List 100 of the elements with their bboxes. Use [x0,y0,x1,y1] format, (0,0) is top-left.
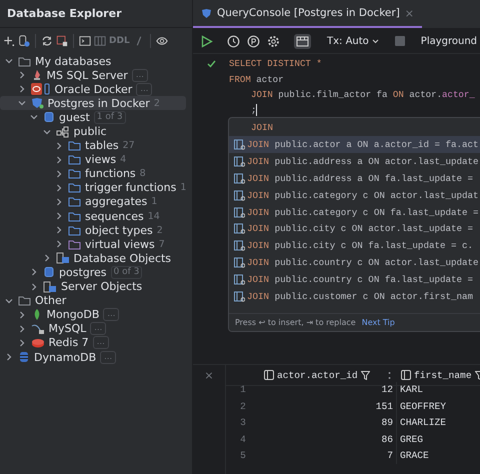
expand-chevron-icon[interactable] [29,282,39,292]
folder-icon [68,238,81,250]
table-cell: 12 [260,382,397,398]
transaction-mode-dropdown[interactable]: Tx: Auto [325,36,381,46]
join-icon [234,190,245,201]
tree-item[interactable]: virtual views 7 [0,237,192,252]
database-icon [43,111,55,124]
tree-item-label: trigger functions [85,181,176,194]
completion-item[interactable]: JOIN public.category c ON actor.last_updat [229,186,480,204]
row-number: 4 [239,432,247,447]
expand-chevron-icon[interactable] [4,352,14,362]
tree-item[interactable]: Redis 7 … [0,336,192,350]
tree-item[interactable]: Postgres in Docker 2 [0,96,186,110]
folder-icon [68,224,81,236]
tree-item[interactable]: sequences 14 [0,209,192,224]
table-cell-text: GRACE [399,449,430,464]
tree-item[interactable]: tables 27 [0,138,192,153]
tree-item-label: MongoDB [46,308,100,322]
join-icon [234,240,245,252]
table-cell: 86 [260,431,397,448]
tree-item[interactable]: trigger functions 1 [0,180,192,195]
tree-item[interactable]: functions 8 [0,166,192,181]
run-icon[interactable] [200,34,213,48]
row-number: 2 [239,400,247,414]
item-count: 1 [151,196,158,208]
expand-chevron-icon[interactable] [54,196,64,207]
tree-item-label: Database Objects [74,252,172,265]
tree-item[interactable]: Server Objects [0,280,192,294]
panel-title: Database Explorer [7,7,122,20]
tree-item-label: Oracle Docker [54,82,132,96]
column-header[interactable]: actor.actor_id [260,365,397,386]
completion-item[interactable]: JOIN public.address a ON fa.last_update = [229,170,480,187]
schema-dropdown[interactable]: Playground [418,36,480,46]
folder-icon [68,140,81,152]
expand-chevron-icon[interactable] [54,211,64,222]
completion-item[interactable]: JOIN public.country c ON fa.last_update = [229,271,480,288]
column-icon [401,370,411,380]
expand-chevron-icon[interactable] [54,182,64,193]
folder-icon [56,252,70,264]
database-icon [30,83,50,96]
tree-item-label: Other [35,294,66,308]
tree-item[interactable]: MySQL … [0,322,192,336]
tree-item[interactable]: object types 2 [0,223,192,238]
database-icon [18,351,30,364]
completion-item[interactable]: JOIN public.city c ON fa.last_update = c. [229,237,480,254]
column-icon [264,370,274,380]
tree-item[interactable]: MongoDB … [0,308,192,322]
tree-item[interactable]: Database Objects [0,251,192,266]
history-icon[interactable] [227,34,240,48]
tree-item-label: MS SQL Server [46,68,128,82]
table-cell: 7 [260,448,397,464]
tree-item-label: sequences [85,210,144,223]
column-header[interactable]: first_name [397,365,480,386]
tree-item-label: Redis 7 [48,336,89,350]
refresh-icon[interactable] [41,34,53,46]
tree-item[interactable]: My databases [0,54,192,68]
console-icon[interactable] [79,34,91,46]
completion-item[interactable]: JOIN public.category c ON fa.last_update = [229,204,480,220]
tree-item[interactable]: MS SQL Server … [0,68,192,82]
row-number: 3 [239,416,247,430]
next-tip-link[interactable]: Next Tip [362,318,395,327]
tree-item[interactable]: Other [0,294,192,308]
layout-toggle[interactable] [294,34,311,48]
completion-item[interactable]: JOIN public.customer c ON actor.first_nam [229,288,480,305]
completion-item[interactable]: JOIN public.city c ON actor.last_update = [229,220,480,238]
join-icon [234,156,245,167]
database-icon [30,336,44,349]
table-cell-text: CHARLIZE [399,416,448,430]
expand-chevron-icon[interactable] [54,168,64,179]
expand-chevron-icon[interactable] [54,154,64,165]
tree-item[interactable]: public [0,124,192,139]
folder-icon [68,182,81,194]
join-icon [234,206,245,218]
folder-icon [68,210,81,222]
stop-icon[interactable] [56,34,68,46]
completion-header: JOIN [251,122,274,132]
database-icon [30,97,44,110]
expand-chevron-icon[interactable] [54,239,64,250]
settings-icon[interactable] [267,34,280,48]
add-icon[interactable] [3,34,15,46]
item-count: 27 [122,140,135,152]
tree-item[interactable]: guest 1 of 3 [0,110,192,124]
tree-item[interactable]: views 4 [0,152,192,167]
item-count: 2 [154,98,160,109]
view-icon[interactable] [156,34,168,46]
tree-item[interactable]: aggregates 1 [0,194,192,210]
completion-item[interactable]: JOIN public.address a ON actor.last_update [229,152,480,170]
tree-item[interactable]: DynamoDB … [0,350,192,364]
expand-chevron-icon[interactable] [29,267,39,278]
tree-item[interactable]: postgres 0 of 3 [0,265,192,280]
expand-chevron-icon[interactable] [54,140,64,151]
more-icon[interactable] [388,370,391,380]
pin-circle-icon[interactable] [247,34,260,48]
completion-item[interactable]: JOIN public.country c ON actor.last_update [229,254,480,272]
completion-item[interactable]: JOIN public.actor a ON a.actor_id = fa.act [229,136,480,153]
join-icon [234,257,245,268]
folder-icon [68,196,81,208]
database-settings-icon[interactable] [18,34,30,46]
expand-chevron-icon[interactable] [54,225,64,236]
filter-icon[interactable] [360,370,370,380]
